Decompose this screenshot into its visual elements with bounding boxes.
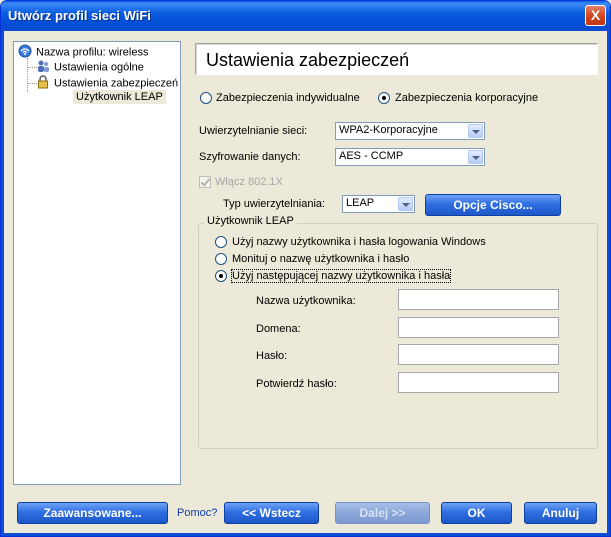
auth-select[interactable]: WPA2-Korporacyjne xyxy=(335,122,485,140)
advanced-button-label: Zaawansowane... xyxy=(43,506,142,520)
enable-8021x-checkbox[interactable] xyxy=(199,176,211,188)
enterprise-radio[interactable] xyxy=(378,92,390,104)
users-icon xyxy=(36,59,50,76)
chevron-down-icon[interactable] xyxy=(398,197,413,211)
profile-tree[interactable]: Nazwa profilu: wireless Ustawienia ogóln… xyxy=(13,41,181,485)
cisco-options-button[interactable]: Opcje Cisco... xyxy=(425,194,561,216)
tree-item-security-label: Ustawienia zabezpieczeń xyxy=(54,77,179,90)
window-title: Utwórz profil sieci WiFi xyxy=(8,8,151,23)
auth-type-select[interactable]: LEAP xyxy=(342,195,415,213)
domain-input[interactable] xyxy=(398,317,559,338)
help-link[interactable]: Pomoc? xyxy=(177,507,217,519)
use-following-radio[interactable] xyxy=(215,270,227,282)
auth-select-value: WPA2-Korporacyjne xyxy=(339,124,438,136)
cisco-options-label: Opcje Cisco... xyxy=(453,198,533,212)
lock-icon xyxy=(36,75,50,92)
individual-radio[interactable] xyxy=(200,92,212,104)
cancel-button-label: Anuluj xyxy=(541,506,580,520)
encryption-select[interactable]: AES - CCMP xyxy=(335,148,485,166)
username-label: Nazwa użytkownika: xyxy=(256,295,356,307)
tree-item-leap[interactable]: Użytkownik LEAP xyxy=(73,90,166,104)
confirm-password-label: Potwierdź hasło: xyxy=(256,378,337,390)
wireless-globe-icon xyxy=(18,44,32,61)
section-header: Ustawienia zabezpieczeń xyxy=(195,43,598,75)
encryption-label: Szyfrowanie danych: xyxy=(199,151,301,163)
back-button-label: << Wstecz xyxy=(242,506,301,520)
dialog-window: Utwórz profil sieci WiFi X Nazwa profilu… xyxy=(0,0,611,537)
title-bar[interactable]: Utwórz profil sieci WiFi X xyxy=(1,1,610,31)
window-frame-left xyxy=(1,31,4,536)
individual-radio-label[interactable]: Zabezpieczenia indywidualne xyxy=(216,92,360,104)
window-frame-bottom xyxy=(1,533,610,536)
ok-button-label: OK xyxy=(467,506,486,520)
chevron-down-icon[interactable] xyxy=(468,150,483,164)
prompt-radio-label[interactable]: Monituj o nazwę użytkownika i hasło xyxy=(232,253,409,265)
prompt-radio[interactable] xyxy=(215,253,227,265)
chevron-down-icon[interactable] xyxy=(468,124,483,138)
next-button-label: Dalej >> xyxy=(359,506,406,520)
tree-item-leap-label: Użytkownik LEAP xyxy=(73,90,166,104)
tree-item-general[interactable]: Ustawienia ogólne xyxy=(36,59,144,76)
window-frame-right xyxy=(607,31,610,536)
leap-group-title: Użytkownik LEAP xyxy=(204,215,297,227)
domain-label: Domena: xyxy=(256,323,301,335)
auth-type-label: Typ uwierzytelniania: xyxy=(223,198,326,210)
windows-login-radio[interactable] xyxy=(215,236,227,248)
advanced-button[interactable]: Zaawansowane... xyxy=(17,502,168,524)
enterprise-radio-label[interactable]: Zabezpieczenia korporacyjne xyxy=(395,92,538,104)
tree-item-profile-label: Nazwa profilu: wireless xyxy=(36,46,149,59)
ok-button[interactable]: OK xyxy=(441,502,512,524)
encryption-select-value: AES - CCMP xyxy=(339,150,404,162)
page-title: Ustawienia zabezpieczeń xyxy=(206,50,410,70)
tree-connector xyxy=(27,58,28,92)
password-input[interactable] xyxy=(398,344,559,365)
username-input[interactable] xyxy=(398,289,559,310)
auth-label: Uwierzytelnianie sieci: xyxy=(199,125,308,137)
tree-item-general-label: Ustawienia ogólne xyxy=(54,61,144,74)
use-following-radio-label[interactable]: Użyj następującej nazwy użytkownika i ha… xyxy=(230,269,452,283)
password-label: Hasło: xyxy=(256,350,288,362)
cancel-button[interactable]: Anuluj xyxy=(524,502,597,524)
confirm-password-input[interactable] xyxy=(398,372,559,393)
windows-login-radio-label[interactable]: Użyj nazwy użytkownika i hasła logowania… xyxy=(232,236,486,248)
enable-8021x-label: Włącz 802.1X xyxy=(215,176,283,188)
next-button[interactable]: Dalej >> xyxy=(335,502,430,524)
auth-type-select-value: LEAP xyxy=(346,197,375,209)
back-button[interactable]: << Wstecz xyxy=(224,502,319,524)
close-button[interactable]: X xyxy=(585,5,606,26)
